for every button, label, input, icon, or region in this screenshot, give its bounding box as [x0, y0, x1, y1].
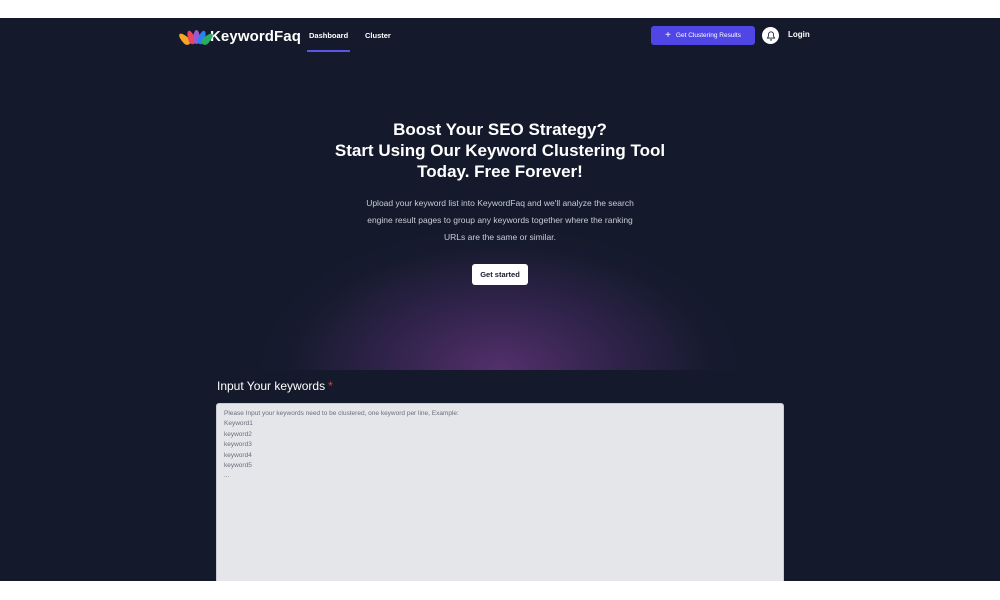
hero-glow — [260, 228, 740, 370]
hero-title: Boost Your SEO Strategy? Start Using Our… — [300, 119, 700, 182]
top-nav: KeywordFaq Dashboard Cluster + Get Clust… — [0, 18, 1000, 54]
keywords-label: Input Your keywords * — [217, 379, 333, 393]
hero-title-line: Today. Free Forever! — [417, 162, 583, 181]
hero-title-line: Start Using Our Keyword Clustering Tool — [334, 141, 666, 160]
get-started-button[interactable]: Get started — [472, 264, 528, 285]
nav-link-dashboard[interactable]: Dashboard — [306, 31, 351, 52]
hero-description: Upload your keyword list into KeywordFaq… — [340, 195, 660, 246]
plus-icon: + — [665, 29, 671, 41]
keywords-label-text: Input Your keywords — [217, 379, 326, 393]
hero-description-line: Upload your keyword list into KeywordFaq… — [366, 198, 634, 208]
get-clustering-results-button[interactable]: + Get Clustering Results — [651, 26, 755, 45]
logo-text: KeywordFaq — [210, 27, 302, 45]
required-marker: * — [328, 379, 333, 393]
hero-description-line: URLs are the same or similar. — [444, 232, 556, 242]
app-frame: KeywordFaq Dashboard Cluster + Get Clust… — [0, 18, 1000, 581]
notification-bell-icon[interactable] — [762, 27, 779, 44]
nav-link-cluster[interactable]: Cluster — [365, 31, 391, 40]
hero-title-line: Boost Your SEO Strategy? — [393, 120, 607, 139]
login-link[interactable]: Login — [788, 30, 810, 39]
keywords-textarea[interactable] — [216, 403, 784, 581]
logo[interactable]: KeywordFaq — [177, 26, 302, 47]
logo-lotus-icon — [177, 28, 215, 47]
hero-description-line: engine result pages to group any keyword… — [367, 215, 633, 225]
get-clustering-results-label: Get Clustering Results — [675, 32, 741, 39]
